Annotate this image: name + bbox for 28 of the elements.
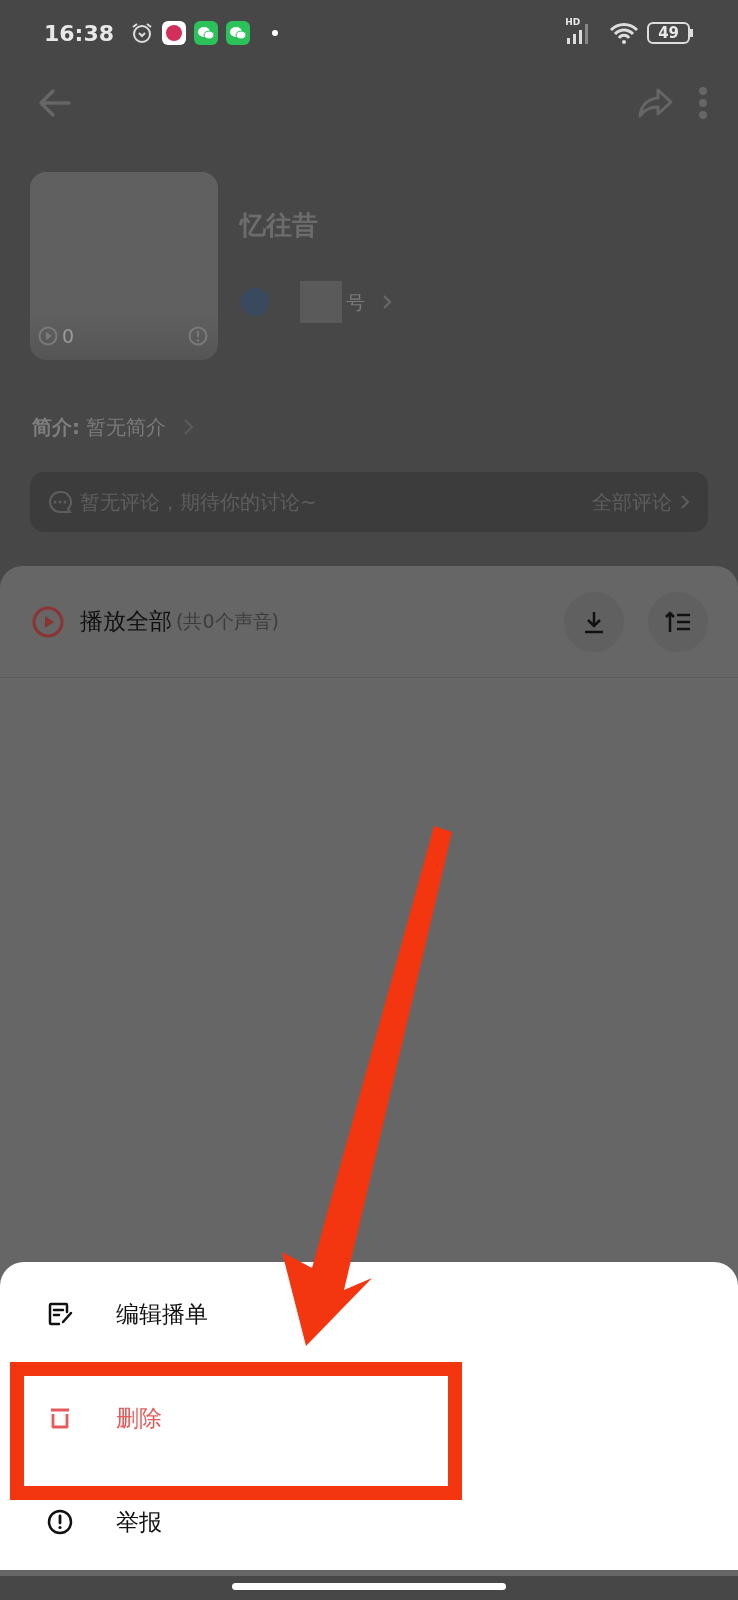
edit-icon [46, 1300, 74, 1328]
network-label: HD [565, 16, 581, 29]
more-icon[interactable] [698, 87, 708, 119]
chat-app-icon [226, 21, 251, 45]
chat-app-icon [194, 21, 219, 45]
avatar-icon [240, 287, 270, 317]
notification-dot-icon [272, 30, 279, 36]
download-icon [583, 609, 605, 634]
battery-level: 49 [647, 22, 690, 44]
play-all-button[interactable]: 播放全部 [80, 604, 172, 639]
back-icon[interactable] [37, 88, 73, 118]
alert-icon [46, 1508, 74, 1536]
info-icon [188, 325, 208, 346]
home-indicator[interactable] [232, 1583, 506, 1590]
sort-icon [665, 609, 691, 634]
menu-item[interactable]: 编辑播单 [116, 1296, 208, 1332]
app-icon [162, 21, 187, 45]
wifi-icon [609, 22, 640, 44]
chevron-right-icon[interactable] [680, 494, 690, 510]
play-circle-icon[interactable] [32, 605, 64, 638]
battery-tip-icon [690, 29, 694, 37]
status-time: 16:38 [44, 19, 115, 48]
menu-item[interactable]: 删除 [116, 1400, 162, 1436]
menu-item[interactable]: 举报 [116, 1504, 162, 1540]
play-icon [38, 325, 58, 346]
chat-bubble-icon [48, 490, 72, 514]
chevron-right-icon[interactable] [381, 294, 393, 310]
play-count: 0 [62, 323, 75, 349]
